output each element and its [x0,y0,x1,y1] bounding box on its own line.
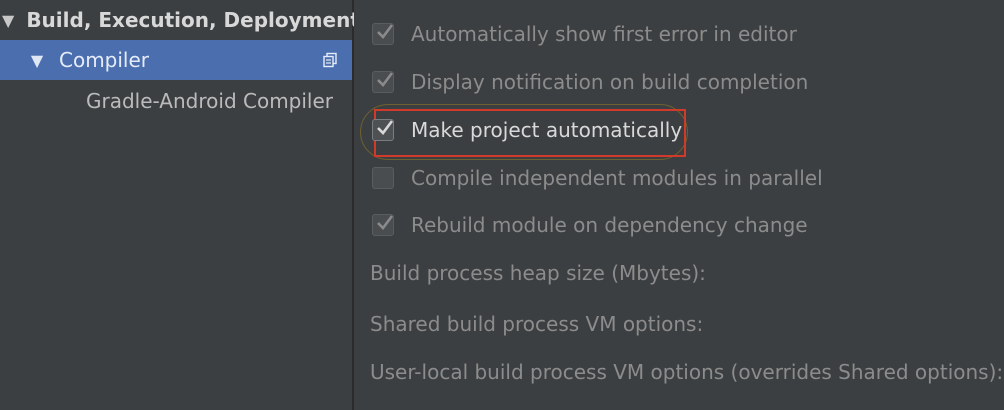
option-compile-parallel: Compile independent modules in parallel [372,161,823,195]
user-local-vm-options-label: User-local build process VM options (ove… [370,360,1004,384]
checkmark-icon [377,72,394,87]
checkbox-make-project-automatically[interactable] [372,119,394,141]
tree-item-label: Gradle-Android Compiler [86,89,334,113]
tree-item-label: Build, Execution, Deployment [26,8,360,32]
checkbox-display-notification [372,71,394,93]
triangle-down-icon[interactable]: ▼ [28,51,46,70]
shared-vm-options-label: Shared build process VM options: [370,312,704,336]
triangle-down-icon[interactable]: ▼ [2,11,14,30]
option-label: Compile independent modules in parallel [411,166,823,190]
checkbox-rebuild-module [372,214,394,236]
option-make-project-automatically[interactable]: Make project automatically [372,113,682,147]
option-display-notification: Display notification on build completion [372,65,808,99]
option-label: Automatically show first error in editor [411,22,797,46]
option-label: Rebuild module on dependency change [411,213,808,237]
heap-size-label: Build process heap size (Mbytes): [370,261,706,285]
option-rebuild-module: Rebuild module on dependency change [372,208,808,242]
settings-tree: ▼ Build, Execution, Deployment ▼ Compile… [0,0,360,410]
checkmark-icon [377,215,394,230]
checkbox-compile-parallel [372,167,394,189]
checkbox-show-first-error [372,23,394,45]
option-label: Display notification on build completion [411,70,809,94]
tree-item-compiler[interactable]: ▼ Compiler [0,40,352,80]
checkmark-icon [377,120,394,135]
compiler-settings-panel: Automatically show first error in editor… [354,0,1004,410]
settings-dialog: ▼ Build, Execution, Deployment ▼ Compile… [0,0,1004,410]
tree-item-build-execution-deployment[interactable]: ▼ Build, Execution, Deployment [0,0,360,40]
option-label[interactable]: Make project automatically [411,118,682,142]
tree-item-gradle-android-compiler[interactable]: Gradle-Android Compiler [0,81,352,121]
copy-icon [322,52,338,68]
tree-item-label: Compiler [59,48,150,72]
checkmark-icon [377,24,394,39]
option-show-first-error: Automatically show first error in editor [372,17,797,51]
